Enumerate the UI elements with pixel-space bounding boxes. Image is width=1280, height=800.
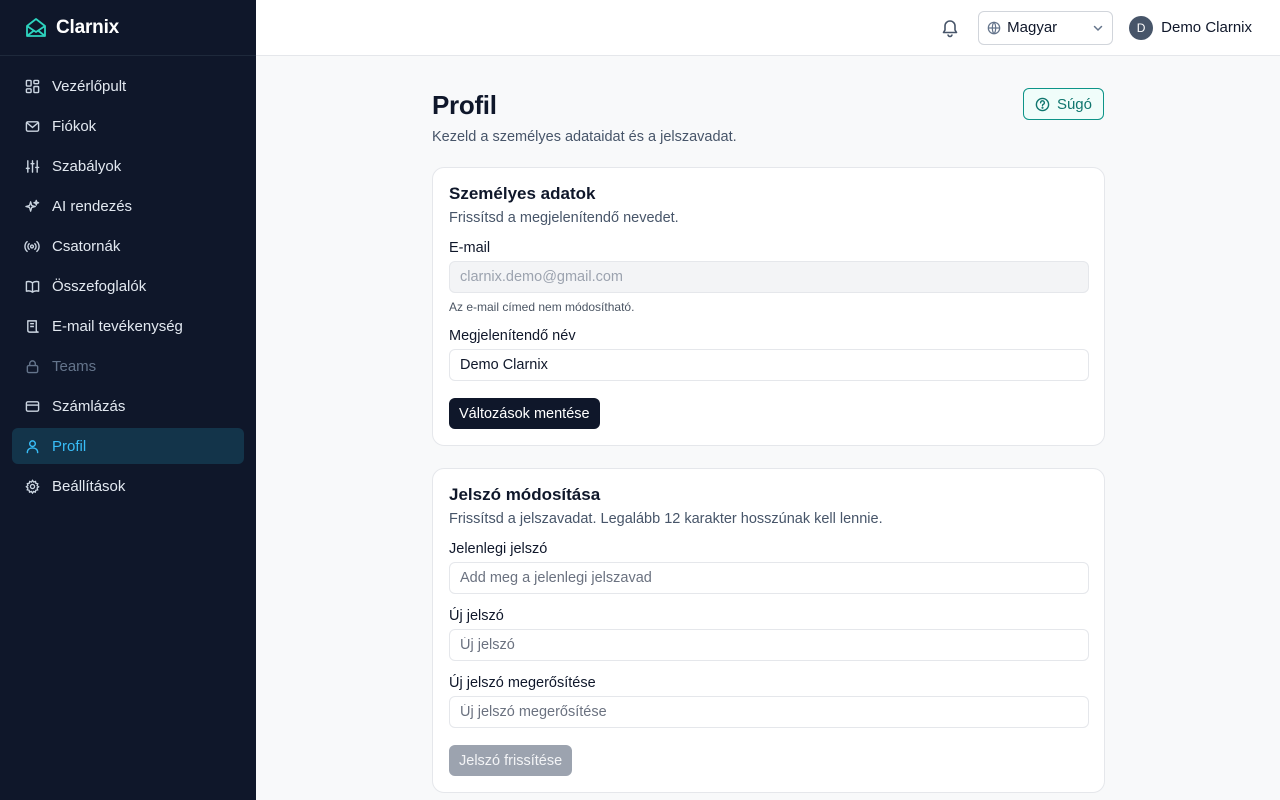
envelope-logo-icon [24, 16, 48, 40]
sidebar-item-billing[interactable]: Számlázás [12, 388, 244, 424]
sidebar-item-label: Számlázás [52, 397, 126, 415]
sidebar-nav: Vezérlőpult Fiókok Szabályok AI rendezés… [0, 56, 256, 520]
confirm-password-input[interactable] [449, 696, 1089, 728]
sparkles-icon [24, 198, 40, 214]
sidebar-item-teams[interactable]: Teams [12, 348, 244, 384]
sidebar-item-dashboard[interactable]: Vezérlőpult [12, 68, 244, 104]
new-password-input[interactable] [449, 629, 1089, 661]
sidebar-item-label: Csatornák [52, 237, 121, 255]
avatar: D [1129, 15, 1154, 40]
dashboard-icon [24, 78, 40, 94]
scroll-icon [24, 318, 40, 334]
sidebar-item-label: Szabályok [52, 157, 122, 175]
new-password-label: Új jelszó [449, 608, 504, 624]
language-value: Magyar [1007, 19, 1058, 36]
email-label: E-mail [449, 240, 491, 256]
lock-icon [24, 358, 40, 374]
sidebar-item-accounts[interactable]: Fiókok [12, 108, 244, 144]
sidebar-item-summaries[interactable]: Összefoglalók [12, 268, 244, 304]
chevron-down-icon [1092, 22, 1104, 34]
bell-icon[interactable] [940, 18, 960, 38]
sidebar-item-rules[interactable]: Szabályok [12, 148, 244, 184]
sidebar-item-label: Profil [52, 437, 87, 455]
help-button[interactable]: Súgó [1022, 88, 1104, 120]
sliders-icon [24, 158, 40, 174]
email-field [449, 261, 1089, 293]
card-title: Személyes adatok [449, 184, 596, 203]
update-password-button[interactable]: Jelszó frissítése [449, 745, 573, 776]
personal-info-card: Személyes adatok Frissítsd a megjeleníte… [432, 167, 1105, 446]
user-name: Demo Clarnix [1161, 19, 1252, 36]
card-subtitle: Frissítsd a jelszavadat. Legalább 12 kar… [449, 511, 883, 527]
user-icon [24, 438, 40, 454]
gear-icon [24, 478, 40, 494]
current-password-label: Jelenlegi jelszó [449, 541, 548, 557]
page-header: Profil Kezeld a személyes adataidat és a… [432, 56, 1105, 167]
language-select[interactable]: Magyar [978, 10, 1114, 45]
brand-name: Clarnix [56, 16, 120, 38]
sidebar-item-email-activity[interactable]: E-mail tevékenység [12, 308, 244, 344]
sidebar-item-label: Vezérlőpult [52, 77, 127, 95]
mail-icon [24, 118, 40, 134]
sidebar-item-label: Teams [52, 357, 97, 375]
card-subtitle: Frissítsd a megjelenítendő nevedet. [449, 210, 679, 226]
confirm-password-label: Új jelszó megerősítése [449, 675, 596, 691]
sidebar-item-ai-sorting[interactable]: AI rendezés [12, 188, 244, 224]
sidebar-item-label: E-mail tevékenység [52, 317, 183, 335]
sidebar-item-profile[interactable]: Profil [12, 428, 244, 464]
sidebar-item-label: Beállítások [52, 477, 126, 495]
help-button-label: Súgó [1056, 95, 1092, 113]
brand[interactable]: Clarnix [0, 0, 256, 56]
sidebar-item-label: AI rendezés [52, 197, 133, 215]
page-subtitle: Kezeld a személyes adataidat és a jelsza… [432, 129, 737, 145]
display-name-input[interactable] [449, 349, 1089, 381]
sidebar-item-settings[interactable]: Beállítások [12, 468, 244, 504]
sidebar: Clarnix Vezérlőpult Fiókok Szabályok AI … [0, 0, 256, 800]
main-content: Profil Kezeld a személyes adataidat és a… [432, 56, 1105, 800]
sidebar-item-label: Összefoglalók [52, 277, 147, 295]
top-header: Magyar D Demo Clarnix [256, 0, 1280, 56]
email-hint: Az e-mail címed nem módosítható. [449, 300, 635, 314]
current-password-input[interactable] [449, 562, 1089, 594]
sidebar-item-label: Fiókok [52, 117, 97, 135]
globe-icon [987, 20, 1001, 35]
change-password-card: Jelszó módosítása Frissítsd a jelszavada… [432, 468, 1105, 793]
help-circle-icon [1035, 97, 1050, 112]
page-title: Profil [432, 90, 497, 120]
credit-card-icon [24, 398, 40, 414]
radio-icon [24, 238, 40, 254]
display-name-label: Megjelenítendő név [449, 328, 576, 344]
sidebar-item-channels[interactable]: Csatornák [12, 228, 244, 264]
save-changes-button[interactable]: Változások mentése [449, 398, 600, 429]
user-menu[interactable]: D Demo Clarnix [1129, 15, 1252, 40]
book-icon [24, 278, 40, 294]
card-title: Jelszó módosítása [449, 485, 601, 504]
